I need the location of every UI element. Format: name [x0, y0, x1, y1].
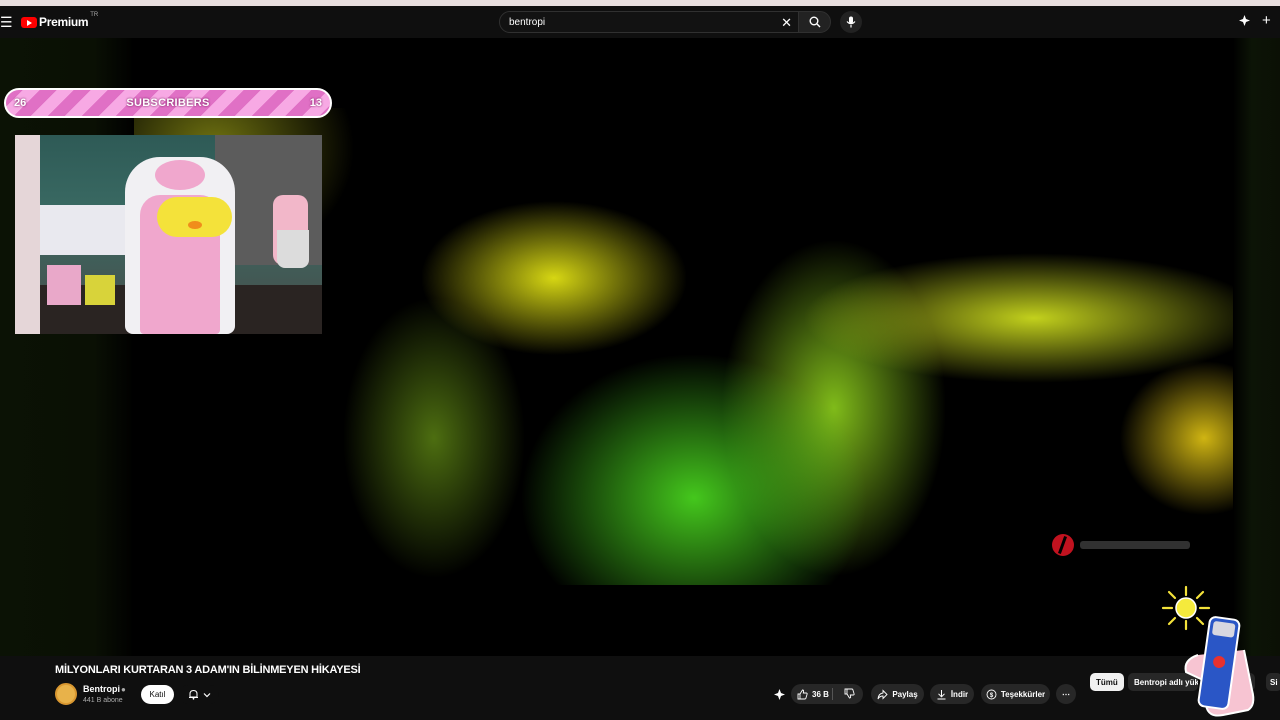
watermark: [1052, 533, 1202, 557]
chip-extra-2[interactable]: Si: [1266, 673, 1280, 691]
download-button[interactable]: İndir: [930, 684, 974, 704]
channel-avatar[interactable]: [55, 683, 77, 705]
like-count: 36 B: [812, 689, 829, 699]
clear-icon[interactable]: ✕: [781, 15, 792, 31]
subscriber-goal-right: 13: [309, 97, 322, 109]
search-value: bentropi: [509, 16, 546, 28]
download-icon: [937, 689, 946, 699]
mic-icon: [846, 16, 856, 28]
subscriber-goal-left: 26: [14, 97, 27, 109]
subscriber-count: 441 B abone: [83, 697, 123, 704]
more-icon: ⋯: [1062, 689, 1070, 699]
like-divider: [832, 688, 833, 700]
notification-button[interactable]: [179, 685, 219, 704]
thumbs-up-icon: [797, 689, 808, 699]
microphone-body: [277, 230, 309, 268]
logo-text: Premium: [39, 15, 89, 29]
duck-beak: [188, 221, 202, 229]
webcam-overlay: [15, 135, 322, 334]
verified-icon: ●: [121, 685, 126, 694]
logo-country: TR: [90, 12, 99, 18]
create-icon[interactable]: [1238, 14, 1251, 30]
energy-drink-icon: [1184, 616, 1255, 717]
search-input[interactable]: bentropi ✕: [499, 11, 799, 33]
gaming-chair-headrest: [155, 160, 205, 190]
search-button[interactable]: [798, 11, 831, 33]
share-icon: [877, 688, 888, 700]
download-label: İndir: [950, 689, 969, 699]
like-button[interactable]: 36 B: [791, 684, 863, 704]
svg-text:$: $: [990, 692, 994, 698]
cam-yellow-box: [85, 275, 115, 305]
voice-search-button[interactable]: [840, 11, 862, 33]
more-actions-button[interactable]: ⋯: [1056, 684, 1076, 704]
chevron-down-icon: [203, 692, 210, 697]
top-bar: ☰ Premium TR bentropi ✕ +: [0, 6, 1280, 38]
join-button[interactable]: Katıl: [141, 685, 174, 704]
chip-all[interactable]: Tümü: [1090, 673, 1124, 691]
thanks-button[interactable]: $ Teşekkürler: [981, 684, 1050, 704]
ambient-left: [0, 38, 134, 656]
watermark-text: [1080, 541, 1190, 549]
ai-sparkle-icon[interactable]: [773, 688, 786, 706]
thanks-label: Teşekkürler: [1000, 689, 1046, 699]
youtube-premium-logo[interactable]: Premium TR: [21, 12, 99, 30]
subscriber-goal-title: SUBSCRIBERS: [126, 97, 210, 109]
search-icon: [809, 16, 820, 28]
youtube-play-icon: [21, 16, 37, 28]
channel-name[interactable]: Bentropi: [83, 684, 120, 694]
duck-pillow: [157, 197, 232, 237]
watermark-logo-icon: [1052, 534, 1074, 556]
add-icon[interactable]: +: [1262, 12, 1271, 29]
subscriber-goal-bar: 26 SUBSCRIBERS 13: [4, 88, 332, 118]
thumbs-down-icon[interactable]: [844, 688, 855, 699]
cam-easel: [15, 135, 40, 334]
share-button[interactable]: Paylaş: [871, 684, 924, 704]
cam-shelf: [35, 205, 135, 255]
bell-icon: [188, 689, 198, 700]
super-thanks-icon: $: [986, 689, 997, 699]
share-label: Paylaş: [892, 689, 918, 699]
video-title: MİLYONLARI KURTARAN 3 ADAM'IN BİLİNMEYEN…: [55, 664, 361, 676]
menu-icon[interactable]: ☰: [0, 15, 13, 29]
ambient-right: [1233, 38, 1280, 656]
cam-pink-box: [47, 265, 81, 305]
